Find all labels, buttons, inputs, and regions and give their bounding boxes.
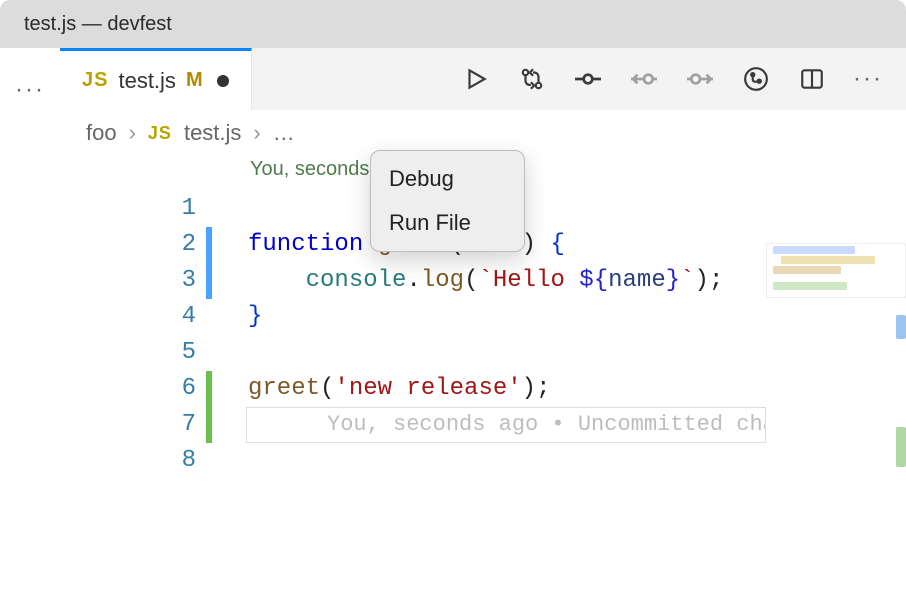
app-body: ··· JS test.js M — [0, 48, 906, 599]
gutter-bar — [206, 191, 212, 227]
git-next-commit-button[interactable] — [686, 65, 714, 93]
arrow-commit-left-icon — [631, 66, 657, 92]
activity-bar-overflow[interactable]: ··· — [0, 48, 60, 599]
chevron-right-icon: › — [253, 120, 260, 146]
code-content[interactable]: greet('new release'); — [248, 371, 550, 407]
code-content[interactable]: } — [248, 299, 262, 335]
tab-bar: JS test.js M — [60, 48, 906, 110]
menu-item-run-file[interactable]: Run File — [371, 201, 524, 245]
breadcrumb-folder[interactable]: foo — [86, 120, 117, 146]
gutter-bar — [206, 335, 212, 371]
ellipsis-icon: ··· — [15, 76, 45, 104]
tab-bar-spacer — [252, 48, 462, 110]
tab-filename: test.js — [118, 68, 175, 94]
editor-actions: ··· — [462, 48, 906, 110]
unsaved-dot-icon — [217, 75, 229, 87]
split-horizontal-icon — [799, 66, 825, 92]
run-dropdown-menu: Debug Run File — [370, 150, 525, 252]
editor-group: JS test.js M — [60, 48, 906, 599]
git-commit-icon — [575, 66, 601, 92]
git-compare-icon — [519, 66, 545, 92]
gitlens-inline-blame: You, seconds ago • Uncommitted cha — [246, 407, 766, 443]
gutter-change-added-icon — [206, 263, 212, 299]
window-title: test.js — devfest — [24, 13, 172, 36]
window-titlebar: test.js — devfest — [0, 0, 906, 48]
minimap-marker-icon — [896, 427, 906, 467]
line-number: 6 — [60, 371, 200, 407]
menu-item-debug[interactable]: Debug — [371, 157, 524, 201]
line-number: 7 — [60, 407, 200, 443]
git-modified-badge: M — [186, 69, 203, 92]
arrow-commit-right-icon — [687, 66, 713, 92]
code-content[interactable]: console.log(`Hello ${name}`); — [248, 263, 723, 299]
breadcrumb-file[interactable]: test.js — [184, 120, 241, 146]
chevron-right-icon: › — [129, 120, 136, 146]
line-number: 5 — [60, 335, 200, 371]
line-number: 3 — [60, 263, 200, 299]
git-branch-circle-icon — [743, 66, 769, 92]
split-editor-button[interactable] — [798, 65, 826, 93]
line-number: 8 — [60, 443, 200, 479]
js-file-icon: JS — [82, 69, 108, 92]
minimap-marker-icon — [896, 315, 906, 339]
line-number: 2 — [60, 227, 200, 263]
git-compare-button[interactable] — [518, 65, 546, 93]
gutter-bar — [206, 443, 212, 479]
git-prev-commit-button[interactable] — [630, 65, 658, 93]
gutter-bar — [206, 299, 212, 335]
line-number: 4 — [60, 299, 200, 335]
line-number: 1 — [60, 191, 200, 227]
play-icon — [463, 66, 489, 92]
more-actions-button[interactable]: ··· — [854, 65, 882, 93]
git-graph-button[interactable] — [742, 65, 770, 93]
js-file-icon: JS — [148, 123, 172, 144]
git-commit-button[interactable] — [574, 65, 602, 93]
minimap-viewport — [766, 243, 906, 298]
window: test.js — devfest ··· JS test.js M — [0, 0, 906, 599]
gutter-change-modified-icon — [206, 407, 212, 443]
minimap[interactable] — [766, 243, 906, 603]
run-file-button[interactable] — [462, 65, 490, 93]
gutter-change-modified-icon — [206, 371, 212, 407]
breadcrumb-tail[interactable]: … — [273, 120, 295, 146]
gutter-change-added-icon — [206, 227, 212, 263]
tab-test-js[interactable]: JS test.js M — [60, 48, 252, 110]
ellipsis-icon: ··· — [853, 65, 883, 93]
